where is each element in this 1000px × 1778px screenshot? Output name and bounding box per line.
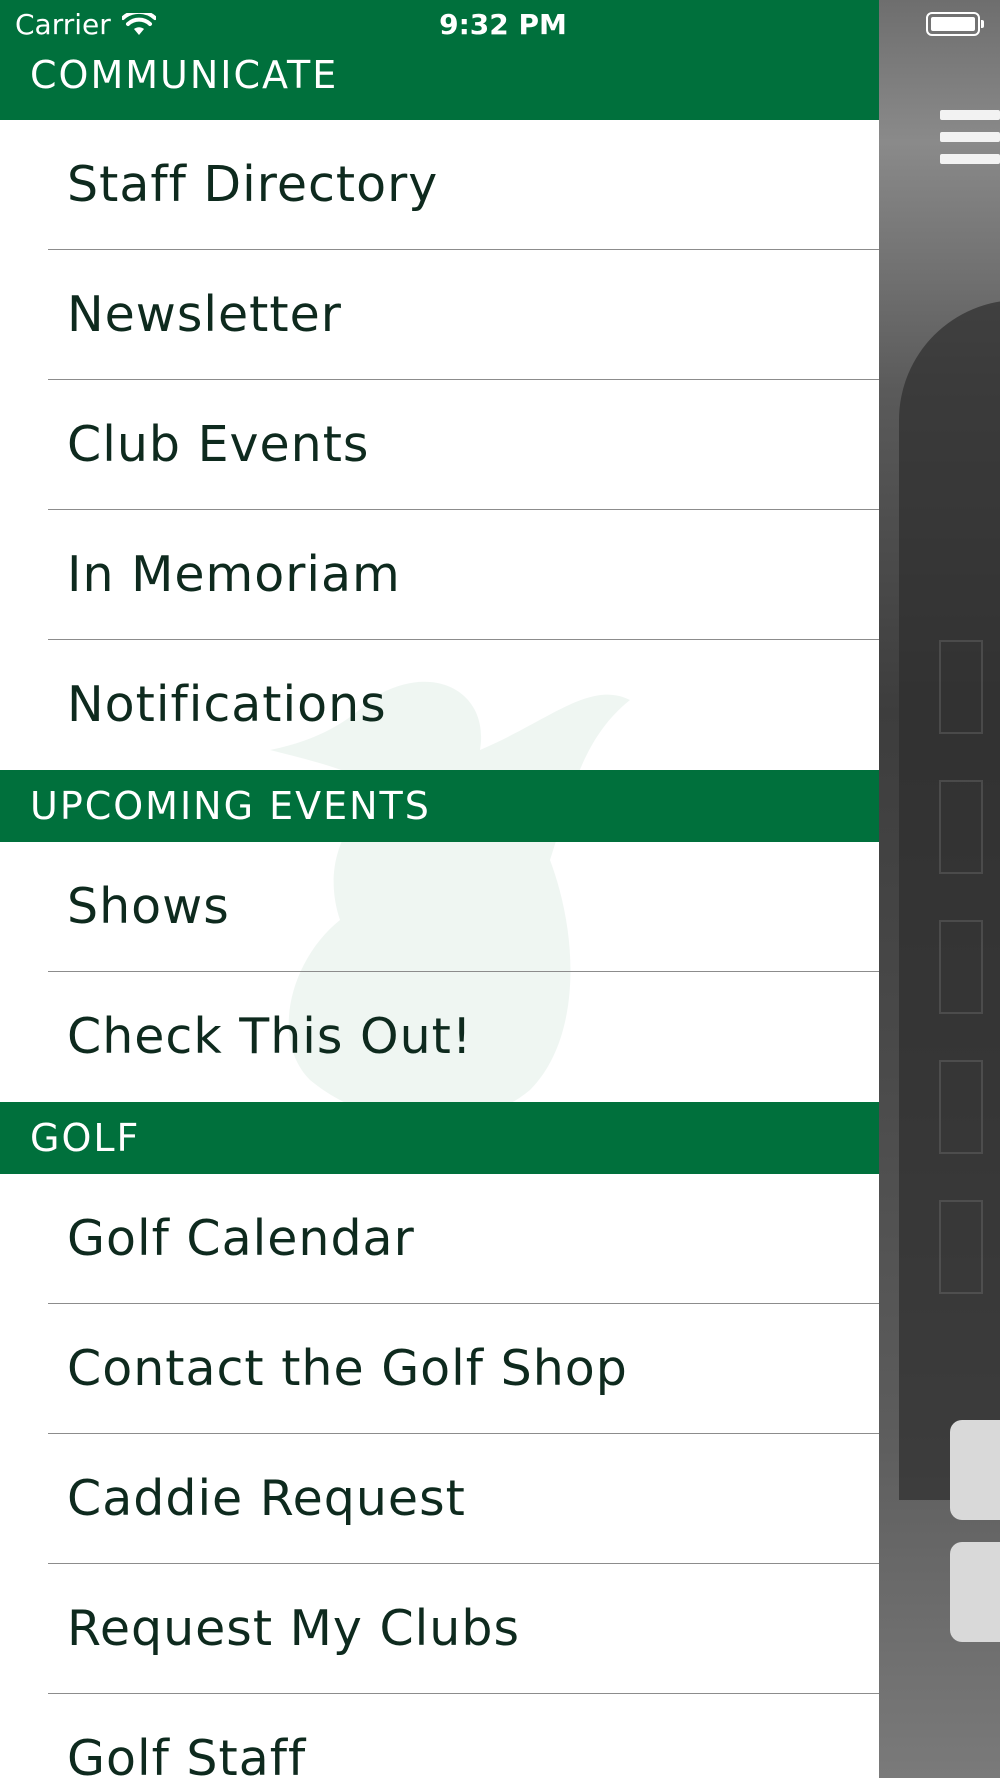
menu-item-golf-staff[interactable]: Golf Staff (0, 1694, 879, 1778)
side-button[interactable] (950, 1420, 1000, 1520)
menu-item-in-memoriam[interactable]: In Memoriam (0, 510, 879, 640)
background-arch (899, 300, 1000, 1500)
status-bar: Carrier 9:32 PM (0, 0, 879, 50)
menu-item-shows[interactable]: Shows (0, 842, 879, 972)
menu-item-staff-directory[interactable]: Staff Directory (0, 120, 879, 250)
hamburger-menu-icon[interactable] (940, 110, 1000, 168)
menu-item-caddie-request[interactable]: Caddie Request (0, 1434, 879, 1564)
section-header-communicate: COMMUNICATE (0, 50, 879, 120)
side-button[interactable] (950, 1542, 1000, 1642)
status-time: 9:32 PM (439, 8, 567, 41)
menu-item-request-my-clubs[interactable]: Request My Clubs (0, 1564, 879, 1694)
menu-item-club-events[interactable]: Club Events (0, 380, 879, 510)
menu-item-contact-golf-shop[interactable]: Contact the Golf Shop (0, 1304, 879, 1434)
navigation-drawer: COMMUNICATE Staff Directory Newsletter C… (0, 50, 879, 1778)
battery-icon (926, 12, 984, 36)
section-header-upcoming-events: UPCOMING EVENTS (0, 770, 879, 842)
section-header-golf: GOLF (0, 1102, 879, 1174)
menu-item-check-this-out[interactable]: Check This Out! (0, 972, 879, 1102)
menu-item-golf-calendar[interactable]: Golf Calendar (0, 1174, 879, 1304)
menu-item-notifications[interactable]: Notifications (0, 640, 879, 770)
menu-item-newsletter[interactable]: Newsletter (0, 250, 879, 380)
